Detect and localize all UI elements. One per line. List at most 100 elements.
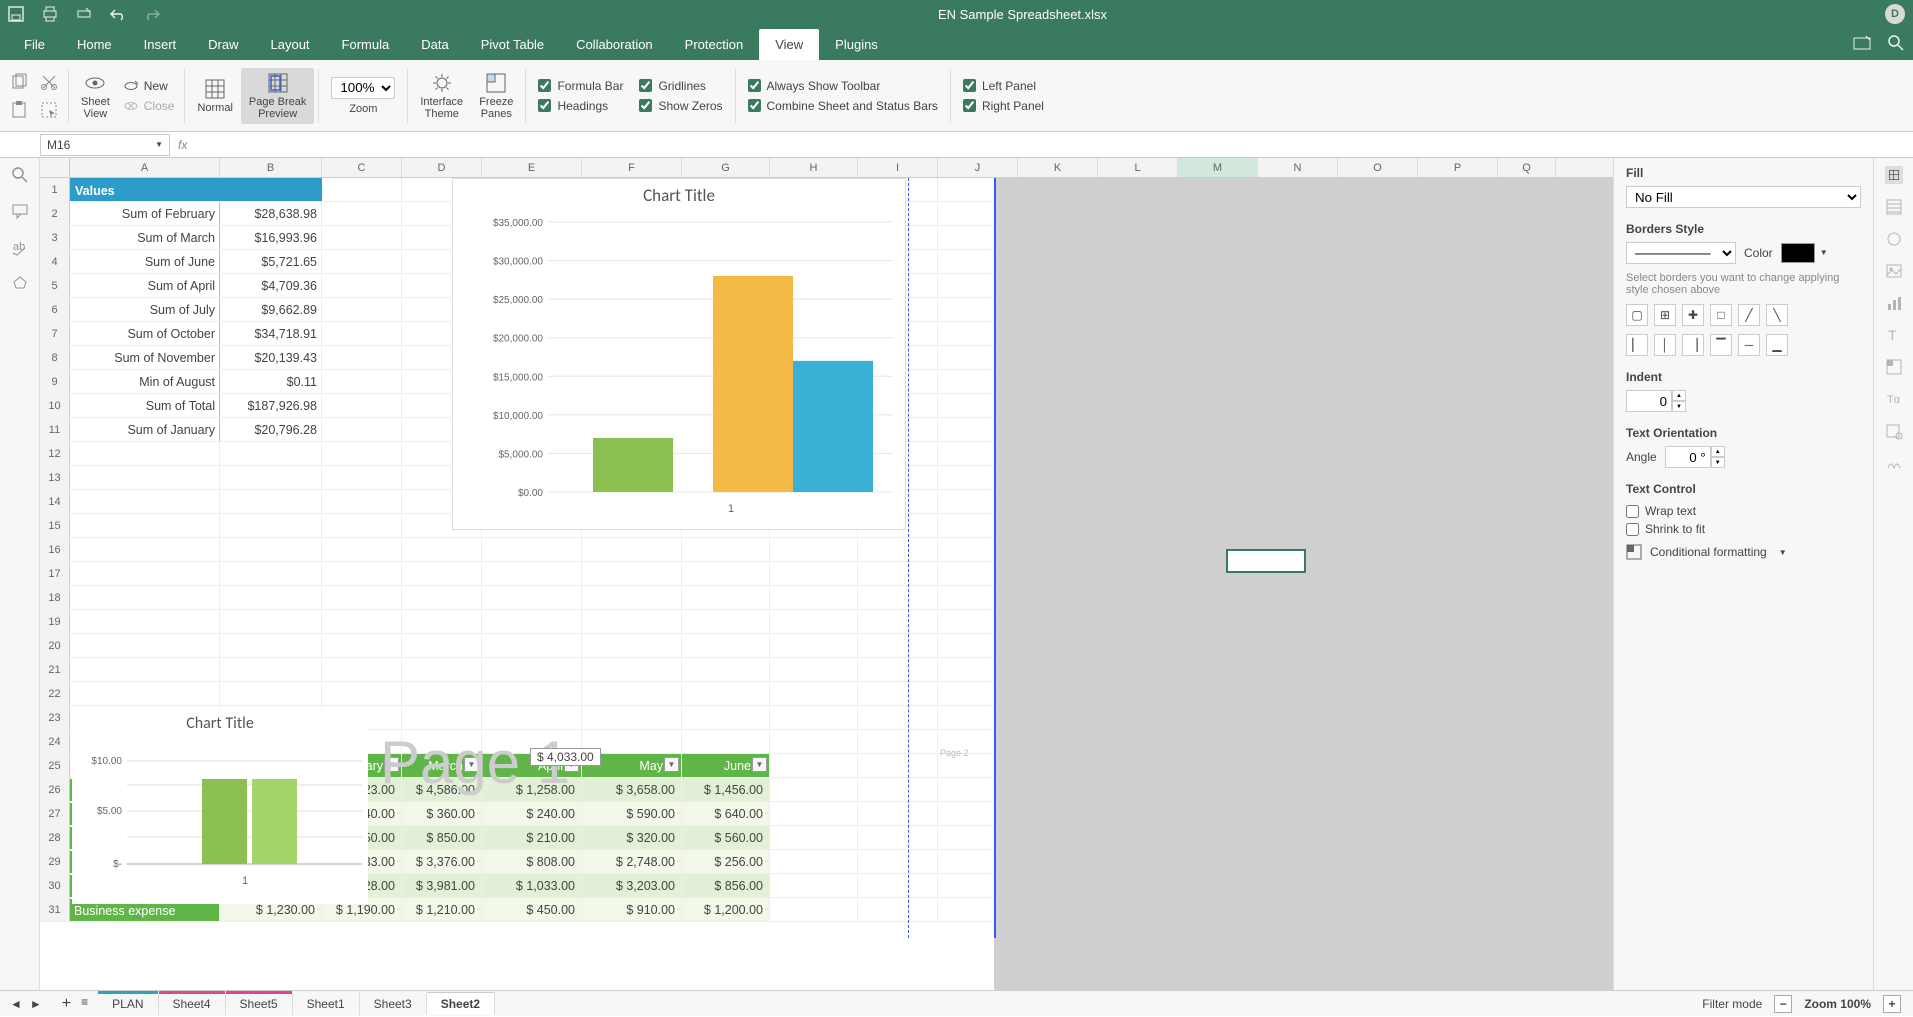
cell[interactable]	[70, 658, 220, 681]
cell[interactable]: $ 3,658.00	[582, 778, 682, 801]
cell[interactable]	[682, 562, 770, 585]
cell[interactable]	[220, 610, 322, 633]
cell[interactable]	[682, 658, 770, 681]
cell[interactable]: $ 1,033.00	[482, 874, 582, 897]
border-horizontal[interactable]: ─	[1738, 334, 1760, 356]
col-header-N[interactable]: N	[1258, 158, 1338, 177]
cell[interactable]: $ 450.00	[482, 898, 582, 921]
chart-settings-icon[interactable]	[1885, 294, 1903, 312]
user-avatar[interactable]: D	[1885, 4, 1905, 24]
cell[interactable]	[582, 634, 682, 657]
cell[interactable]	[70, 490, 220, 513]
cell[interactable]	[770, 634, 858, 657]
cell[interactable]	[322, 538, 402, 561]
cell[interactable]	[322, 586, 402, 609]
cell[interactable]	[70, 682, 220, 705]
cell[interactable]	[770, 730, 858, 753]
chart-2[interactable]: Chart Title $10.00 $5.00 $- 1	[72, 708, 368, 904]
shrink-to-fit-checkbox[interactable]: Shrink to fit	[1626, 520, 1861, 538]
cell[interactable]: $ 910.00	[582, 898, 682, 921]
paste-icon[interactable]	[10, 101, 28, 119]
cell[interactable]: Sum of June	[70, 250, 220, 273]
cell[interactable]	[858, 562, 938, 585]
cell[interactable]	[322, 610, 402, 633]
cell[interactable]: $5,721.65	[220, 250, 322, 273]
cell[interactable]: $4,709.36	[220, 274, 322, 297]
row-header[interactable]: 22	[40, 682, 70, 705]
cell[interactable]	[858, 538, 938, 561]
row-header[interactable]: 31	[40, 898, 70, 921]
cell[interactable]	[322, 322, 402, 345]
cell[interactable]	[770, 586, 858, 609]
row-header[interactable]: 4	[40, 250, 70, 273]
formula-input[interactable]	[195, 134, 1913, 156]
row-header[interactable]: 1	[40, 178, 70, 201]
row-header[interactable]: 9	[40, 370, 70, 393]
cell[interactable]	[582, 658, 682, 681]
cell[interactable]: Sum of Total	[70, 394, 220, 417]
row-header[interactable]: 26	[40, 778, 70, 801]
row-header[interactable]: 6	[40, 298, 70, 321]
row-header[interactable]: 2	[40, 202, 70, 225]
menu-view[interactable]: View	[759, 29, 819, 60]
cell[interactable]	[582, 610, 682, 633]
filter-dropdown[interactable]: ▼	[752, 757, 767, 772]
cell[interactable]	[770, 802, 858, 825]
cell[interactable]	[770, 538, 858, 561]
cell[interactable]	[220, 490, 322, 513]
border-all[interactable]: ✚	[1682, 304, 1704, 326]
new-view-button[interactable]: New	[118, 77, 181, 95]
open-location-icon[interactable]	[1853, 34, 1871, 52]
cell[interactable]: Sum of January	[70, 418, 220, 441]
col-header-D[interactable]: D	[402, 158, 482, 177]
cell[interactable]: $ 3,981.00	[402, 874, 482, 897]
row-header[interactable]: 19	[40, 610, 70, 633]
selected-cell[interactable]	[1226, 549, 1306, 573]
cell[interactable]	[70, 610, 220, 633]
cell[interactable]: March▼	[402, 754, 482, 777]
cell[interactable]: $28,638.98	[220, 202, 322, 225]
cell[interactable]: $ 850.00	[402, 826, 482, 849]
cell[interactable]	[682, 634, 770, 657]
print-icon[interactable]	[42, 6, 58, 22]
sheet-view-button[interactable]: Sheet View	[73, 68, 118, 124]
cell[interactable]	[682, 586, 770, 609]
menu-draw[interactable]: Draw	[192, 29, 254, 60]
headings-checkbox[interactable]: Headings	[530, 97, 631, 115]
row-header[interactable]: 30	[40, 874, 70, 897]
col-header-I[interactable]: I	[858, 158, 938, 177]
cell[interactable]	[482, 610, 582, 633]
cell[interactable]	[582, 538, 682, 561]
menu-formula[interactable]: Formula	[326, 29, 406, 60]
formula-bar-checkbox[interactable]: Formula Bar	[530, 77, 631, 95]
col-header-A[interactable]: A	[70, 158, 220, 177]
wrap-text-checkbox[interactable]: Wrap text	[1626, 502, 1861, 520]
cell[interactable]	[322, 514, 402, 537]
cell[interactable]: June▼	[682, 754, 770, 777]
cell[interactable]	[402, 658, 482, 681]
cell[interactable]	[402, 730, 482, 753]
cell[interactable]	[858, 658, 938, 681]
row-header[interactable]: 24	[40, 730, 70, 753]
name-box[interactable]: M16▼	[40, 134, 170, 156]
menu-collaboration[interactable]: Collaboration	[560, 29, 669, 60]
cell[interactable]	[322, 370, 402, 393]
cell[interactable]	[220, 178, 322, 201]
cell[interactable]	[858, 610, 938, 633]
always-toolbar-checkbox[interactable]: Always Show Toolbar	[740, 77, 946, 95]
cell[interactable]	[770, 610, 858, 633]
image-settings-icon[interactable]	[1885, 262, 1903, 280]
cell[interactable]	[858, 586, 938, 609]
border-vertical[interactable]: │	[1654, 334, 1676, 356]
page-break-preview-button[interactable]: Page Break Preview	[241, 68, 314, 124]
cell[interactable]	[70, 634, 220, 657]
menu-data[interactable]: Data	[405, 29, 464, 60]
menu-plugins[interactable]: Plugins	[819, 29, 894, 60]
right-panel-checkbox[interactable]: Right Panel	[955, 97, 1052, 115]
cut-icon[interactable]	[40, 73, 58, 91]
cell[interactable]: $ 1,258.00	[482, 778, 582, 801]
filter-dropdown[interactable]: ▼	[464, 757, 479, 772]
zoom-out-button[interactable]: −	[1774, 995, 1792, 1013]
cell[interactable]	[220, 514, 322, 537]
row-header[interactable]: 12	[40, 442, 70, 465]
